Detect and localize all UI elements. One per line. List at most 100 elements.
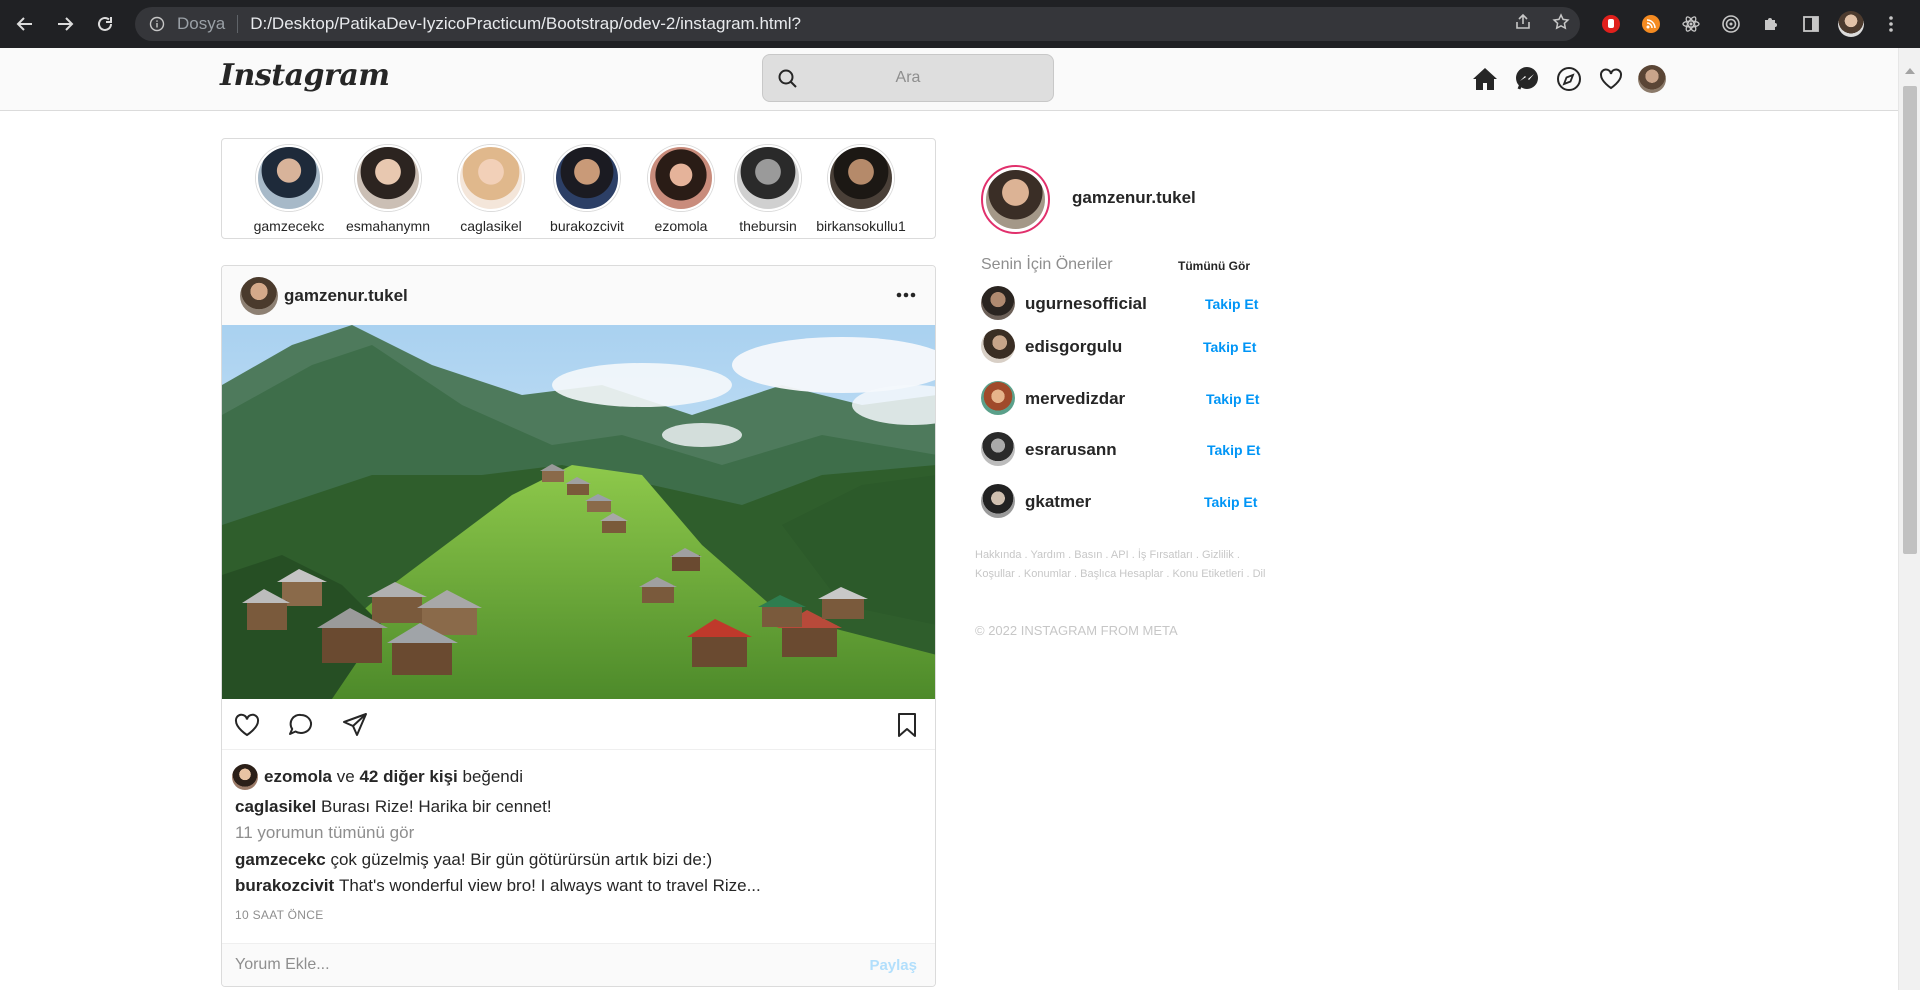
suggestion-item: ugurnesofficial Takip Et [981,286,1261,320]
comment-input[interactable] [235,956,835,974]
liker-username[interactable]: ezomola [264,767,332,787]
follow-button[interactable]: Takip Et [1204,494,1257,510]
story-item[interactable]: birkansokullu1 [816,145,906,234]
story-item[interactable]: ezomola [636,145,726,234]
scroll-up-arrow-icon[interactable] [1905,68,1915,74]
top-nav [1470,64,1666,94]
caption-text: Burası Rize! Harika bir cennet! [321,797,552,816]
see-all-link[interactable]: Tümünü Gör [1178,259,1250,273]
profile-avatar-nav[interactable] [1638,65,1666,93]
footer-links[interactable]: Hakkında . Yardım . Basın . API . İş Fır… [975,546,1275,584]
comment-username[interactable]: burakozcivit [235,876,334,895]
story-username: ezomola [654,218,708,234]
heart-icon[interactable] [1596,64,1626,94]
side-panel-icon[interactable] [1798,11,1824,37]
suggestion-avatar[interactable] [981,286,1015,320]
story-username: thebursin [739,218,797,234]
share-paper-plane-icon[interactable] [340,710,370,740]
suggestion-username[interactable]: gkatmer [1025,492,1091,512]
add-comment-bar: Paylaş [222,943,935,986]
reload-icon[interactable] [92,11,118,37]
story-username: burakozcivit [550,218,624,234]
story-username: esmahanymn [345,218,431,234]
suggestion-username[interactable]: ugurnesofficial [1025,294,1147,314]
share-icon[interactable] [1514,13,1532,36]
extension-stop-icon[interactable] [1598,11,1624,37]
search-input[interactable] [763,69,1053,87]
post-comment-button[interactable]: Paylaş [869,957,917,974]
post-header: gamzenur.tukel [222,266,935,325]
feed-post: gamzenur.tukel ezomola ve 42 diğer kişi … [221,265,936,987]
post-actions [222,699,935,750]
suggestion-username[interactable]: mervedizdar [1025,389,1125,409]
view-all-comments-link[interactable]: 11 yorumun tümünü gör [235,823,414,843]
comment-item: burakozcivit That's wonderful view bro! … [235,876,761,896]
scroll-thumb[interactable] [1903,86,1917,554]
browser-toolbar: Dosya D:/Desktop/PatikaDev-IyzicoPractic… [0,0,1920,48]
suggestion-avatar[interactable] [981,432,1015,466]
forward-icon[interactable] [52,11,78,37]
search-icon [777,68,799,90]
more-options-icon[interactable] [893,282,919,308]
story-item[interactable]: esmahanymn [343,145,433,234]
instagram-header: Instagram [0,48,1898,111]
story-avatar[interactable] [256,145,322,211]
suggestions-title: Senin İçin Öneriler [981,256,1113,273]
story-item[interactable]: thebursin [723,145,813,234]
story-avatar[interactable] [828,145,894,211]
post-timestamp: 10 SAAT ÖNCE [235,908,324,922]
comment-icon[interactable] [286,710,316,740]
explore-compass-icon[interactable] [1554,64,1584,94]
info-icon[interactable] [149,16,165,32]
page-scrollbar[interactable] [1898,48,1920,990]
suggestion-avatar[interactable] [981,381,1015,415]
post-author-username[interactable]: gamzenur.tukel [284,286,408,306]
story-item[interactable]: burakozcivit [542,145,632,234]
profile-avatar[interactable] [1838,11,1864,37]
story-item[interactable]: caglasikel [446,145,536,234]
follow-button[interactable]: Takip Et [1205,296,1258,312]
comment-item: gamzecekc çok güzelmiş yaa! Bir gün götü… [235,850,712,870]
url-text[interactable]: D:/Desktop/PatikaDev-IyzicoPracticum/Boo… [250,14,801,34]
story-avatar[interactable] [355,145,421,211]
like-heart-icon[interactable] [232,710,262,740]
suggestion-avatar[interactable] [981,484,1015,518]
menu-kebab-icon[interactable] [1878,11,1904,37]
post-author-avatar[interactable] [240,277,278,315]
extension-rss-icon[interactable] [1638,11,1664,37]
story-avatar[interactable] [554,145,620,211]
bookmark-star-icon[interactable] [1552,12,1570,36]
story-avatar[interactable] [735,145,801,211]
current-user-username[interactable]: gamzenur.tukel [1072,188,1196,208]
comment-username[interactable]: gamzecekc [235,850,326,869]
save-bookmark-icon[interactable] [892,710,922,740]
story-username: gamzecekc [253,218,325,234]
liker-avatar[interactable] [232,764,258,790]
suggestion-avatar[interactable] [981,329,1015,363]
suggestion-item: mervedizdar Takip Et [981,381,1261,415]
home-icon[interactable] [1470,64,1500,94]
current-user-avatar[interactable] [981,165,1050,234]
stories-bar: gamzecekc esmahanymn caglasikel burakozc… [221,138,936,239]
comment-text: That's wonderful view bro! I always want… [338,876,761,895]
caption-username[interactable]: caglasikel [235,797,316,816]
suggestion-username[interactable]: esrarusann [1025,440,1117,460]
likes-others[interactable]: 42 diğer kişi [359,767,457,787]
extensions-puzzle-icon[interactable] [1758,11,1784,37]
story-item[interactable]: gamzecekc [244,145,334,234]
back-icon[interactable] [12,11,38,37]
extension-react-icon[interactable] [1678,11,1704,37]
extension-target-icon[interactable] [1718,11,1744,37]
post-image[interactable] [222,325,936,699]
story-avatar[interactable] [458,145,524,211]
follow-button[interactable]: Takip Et [1207,442,1260,458]
messenger-icon[interactable] [1512,64,1542,94]
address-bar[interactable]: Dosya D:/Desktop/PatikaDev-IyzicoPractic… [135,7,1580,41]
follow-button[interactable]: Takip Et [1203,339,1256,355]
follow-button[interactable]: Takip Et [1206,391,1259,407]
instagram-logo[interactable]: Instagram [220,58,390,93]
search-box[interactable] [762,54,1054,102]
suggestion-username[interactable]: edisgorgulu [1025,337,1122,357]
story-avatar[interactable] [648,145,714,211]
suggestion-item: gkatmer Takip Et [981,484,1261,518]
